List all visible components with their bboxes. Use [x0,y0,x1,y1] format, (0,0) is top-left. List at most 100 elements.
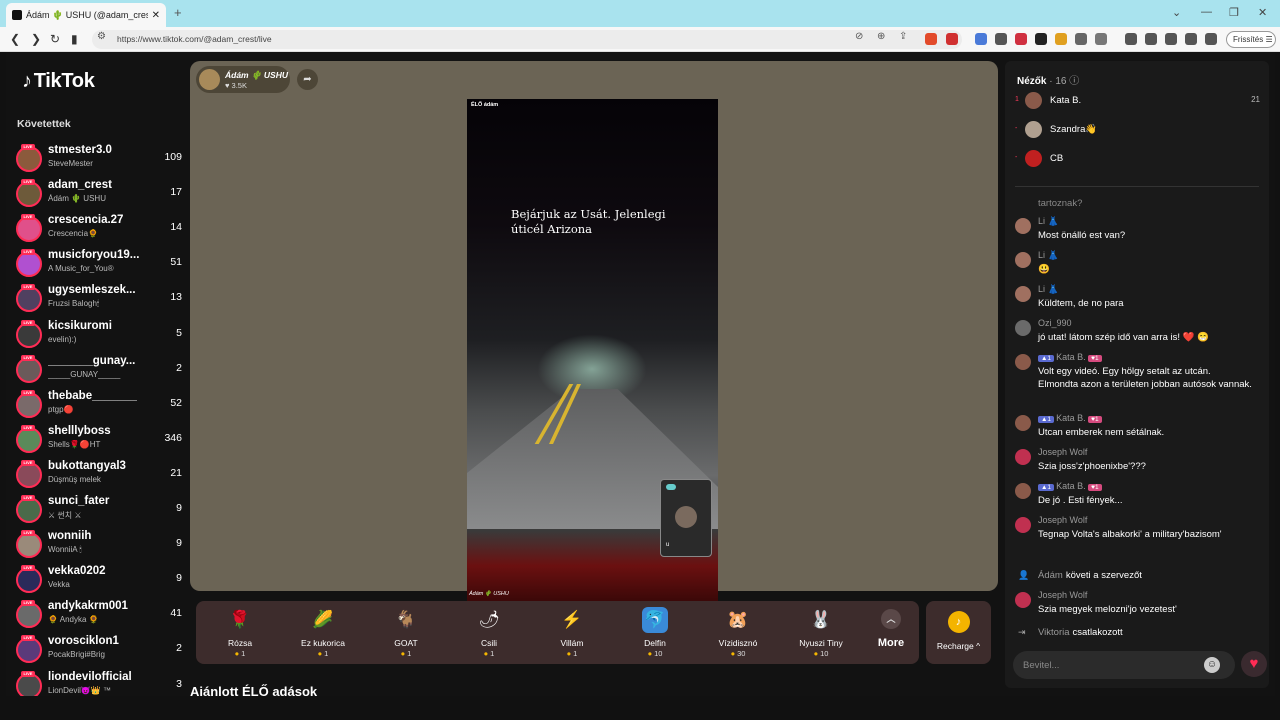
chat-user-line[interactable]: Li 👗 [1038,216,1059,227]
x-extension-icon[interactable] [995,33,1007,45]
top-viewer[interactable]: - CB [1015,150,1260,170]
minimize-icon[interactable]: — [1201,6,1212,18]
top-viewer[interactable]: 1 Kata B. 21 [1015,92,1260,112]
vpn-extension-icon[interactable] [1035,33,1047,45]
chat-avatar[interactable] [1015,252,1031,268]
active-tab[interactable]: Ádám 🌵 USHU (@adam_crest ✕ [6,3,166,27]
following-account[interactable]: LIVE stmester3.0 SteveMester 109 [16,144,184,179]
account-avatar[interactable] [16,286,42,313]
chat-avatar[interactable] [1015,449,1031,465]
ai-icon[interactable] [1185,33,1197,45]
following-account[interactable]: LIVE sunci_fater ⚔ 썬치 ⚔ 9 [16,495,184,530]
viewer-avatar[interactable] [1025,150,1042,167]
share-page-icon[interactable]: ⇪ [899,31,907,42]
chat-avatar[interactable] [1015,286,1031,302]
wallet-icon[interactable] [1165,33,1177,45]
viewer-avatar[interactable] [1025,92,1042,109]
recharge-button[interactable]: ♪ Recharge ^ [926,601,991,664]
sidebar-icon[interactable] [1145,33,1157,45]
chat-avatar[interactable] [1015,415,1031,431]
following-account[interactable]: LIVE _______gunay... _____GUNAY_____ 2 [16,354,184,390]
new-tab-icon[interactable]: + [174,5,182,20]
gift-item[interactable]: 🐐 GOAT1 [371,607,441,663]
heart-icon[interactable]: ♥ [1241,651,1267,677]
emoji-icon[interactable]: ☺ [1204,657,1220,673]
chat-user-line[interactable]: Joseph Wolf [1038,447,1087,457]
following-account[interactable]: LIVE bukottangyal3 Düşmüş melek 21 [16,459,184,495]
more-gifts-button[interactable]: ︿ More [871,609,911,649]
tiktok-logo[interactable]: ♪ TikTok [22,70,95,93]
gift-item[interactable]: 🐬 Delfin10 [620,607,690,663]
following-account[interactable]: LIVE adam_crest Ádám 🌵 USHU 17 [16,179,184,214]
zoom-icon[interactable]: ⊕ [877,31,885,42]
following-account[interactable]: LIVE crescencia.27 Crescencia🌻 14 [16,214,184,249]
chat-avatar[interactable] [1015,592,1031,608]
viewers-title[interactable]: Nézők · 16 ⓘ [1017,72,1079,87]
gift-item[interactable]: 🐹 Vízidisznó30 [703,607,773,663]
viewer-count: 9 [176,537,182,550]
share-icon[interactable]: ➦ [297,69,318,90]
gift-item[interactable]: 🌹 Rózsa1 [205,607,275,663]
gift-item[interactable]: ⚡ Villám1 [537,607,607,663]
following-account[interactable]: LIVE ugysemleszek... Fruzsi Balogh🕯 13 [16,284,184,319]
chat-avatar[interactable] [1015,517,1031,533]
chat-avatar[interactable] [1015,218,1031,234]
chat-user-line[interactable]: Li 👗 [1038,250,1059,261]
chat-user-line[interactable]: ▲1 Kata B. ♥1 [1038,413,1104,423]
update-button[interactable]: Frissítés ☰ [1226,31,1276,48]
chat-input[interactable]: Bevitel... [1013,651,1235,679]
gift-item[interactable]: 🌶 Csili1 [454,607,524,663]
close-tab-icon[interactable]: ✕ [152,10,160,21]
live-video[interactable]: ÉLŐ ádám Bejárjuk az Usát. Jelenlegi úti… [467,99,718,601]
chat-user-line[interactable]: ▲1 Kata B. ♥1 [1038,352,1104,362]
back-icon[interactable]: ❮ [10,32,20,46]
forward-icon[interactable]: ❯ [31,32,41,46]
following-account[interactable]: LIVE kicsikuromi evelin):) 5 [16,319,184,355]
url-field[interactable]: https://www.tiktok.com/@adam_crest/live [92,30,962,49]
following-account[interactable]: LIVE andykakrm001 🌻 Andyka 🌻 41 [16,600,184,635]
puzzle-extensions-icon[interactable] [1075,33,1087,45]
gift-item[interactable]: 🐰 Nyuszi Tiny10 [786,607,856,663]
host-avatar[interactable] [199,69,220,90]
screenshot-icon[interactable] [1095,33,1107,45]
chat-user-line[interactable]: ▲1 Kata B. ♥1 [1038,481,1104,491]
gift-item[interactable]: 🌽 Ez kukorica1 [288,607,358,663]
tab-search-icon[interactable]: ⌄ [1172,6,1181,19]
brave-shield-icon[interactable] [925,33,937,45]
hls-extension-icon[interactable] [1015,33,1027,45]
viewer-avatar[interactable] [1025,121,1042,138]
translate-icon[interactable] [975,33,987,45]
chat-user-line[interactable]: Li 👗 [1038,284,1059,295]
shield-icon[interactable] [1205,33,1217,45]
chat-avatar[interactable] [1015,483,1031,499]
site-info-icon[interactable]: ⚙ [97,31,106,42]
following-account[interactable]: LIVE thebabe_______ ptgp🔴 52 [16,389,184,425]
account-avatar[interactable] [16,637,42,664]
color-extension-icon[interactable] [1055,33,1067,45]
following-account[interactable]: LIVE liondevilofficial LionDevil😈👑 ™ 3 [16,670,184,696]
account-avatar[interactable] [16,567,42,594]
following-account[interactable]: LIVE vorosciklon1 PocakBrigi#Brig 2 [16,635,184,670]
media-icon[interactable] [1125,33,1137,45]
guest-window[interactable]: u [660,479,712,557]
account-avatar[interactable] [16,602,42,629]
top-viewer[interactable]: - Szandra👋 [1015,121,1260,141]
video-off-icon[interactable]: ⊘ [855,31,863,42]
host-pill[interactable]: Ádám 🌵 USHU ♥ 3.5K [196,66,290,93]
close-window-icon[interactable]: ✕ [1258,6,1267,19]
maximize-icon[interactable]: ❐ [1229,6,1239,19]
following-account[interactable]: LIVE vekka0202 Vekka 9 [16,565,184,600]
account-avatar[interactable] [16,216,42,243]
chat-user-line[interactable]: Ozi_990 [1038,318,1072,328]
reload-icon[interactable]: ↻ [50,32,60,46]
chat-avatar[interactable] [1015,320,1031,336]
following-account[interactable]: LIVE musicforyou19... A Music_for_You® 51 [16,249,184,284]
following-account[interactable]: LIVE shelllyboss Shells🌹🔴HT 346 [16,424,184,460]
chat-user-line[interactable]: Joseph Wolf [1038,515,1087,525]
following-account[interactable]: LIVE wonniih WonniiA 🕯 9 [16,530,184,565]
chat-avatar[interactable] [1015,354,1031,370]
account-avatar[interactable] [16,251,42,278]
chat-user[interactable]: Joseph Wolf [1038,590,1087,600]
alert-extension-icon[interactable] [946,33,958,45]
bookmark-icon[interactable]: ▮ [71,32,78,46]
